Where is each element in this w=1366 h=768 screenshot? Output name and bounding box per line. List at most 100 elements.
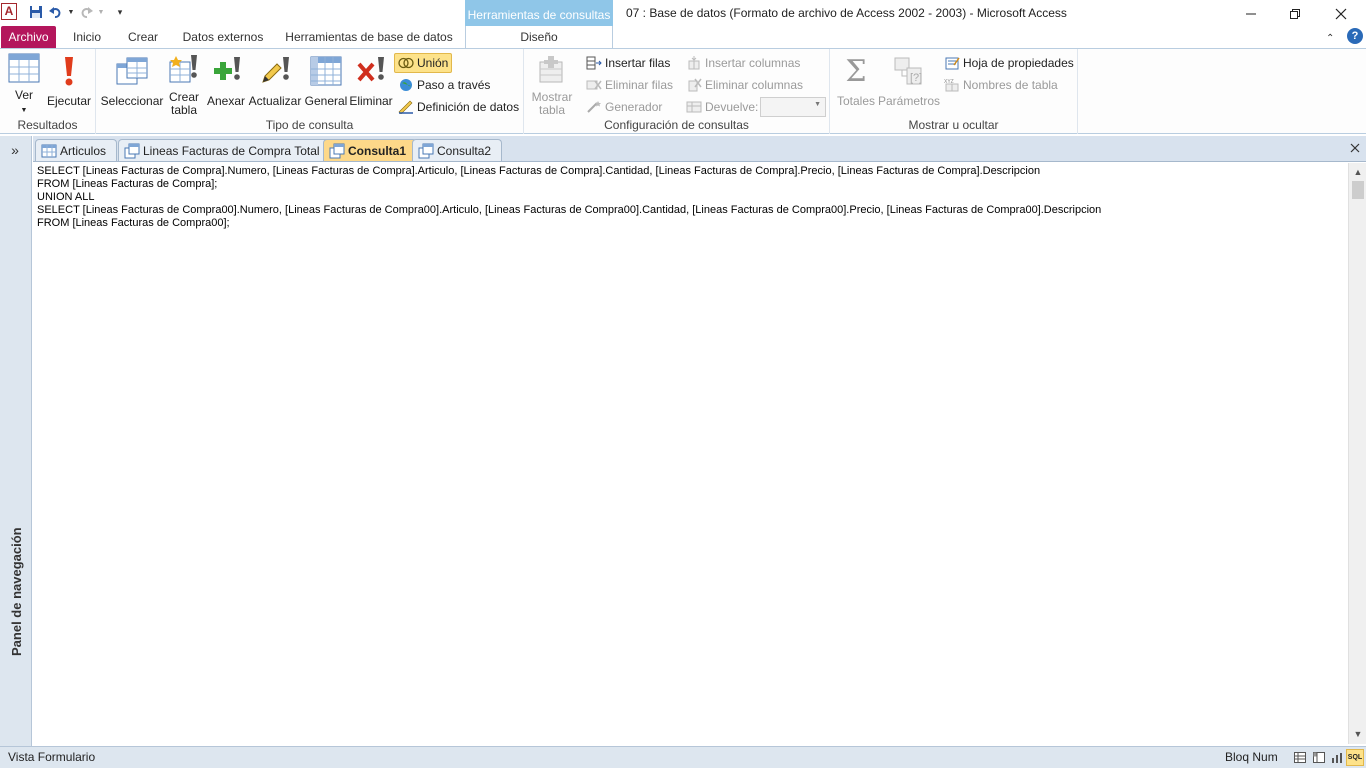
- run-exclamation-icon: [52, 53, 86, 89]
- crosstab-grid-icon: [309, 53, 343, 89]
- sql-view-button[interactable]: SQL: [1346, 749, 1364, 766]
- chevron-down-icon: ▼: [814, 101, 821, 108]
- ejecutar-button[interactable]: Ejecutar: [46, 53, 92, 117]
- pivot-table-view-button[interactable]: [1310, 749, 1328, 766]
- sql-text: SELECT [Lineas Facturas de Compra].Numer…: [34, 165, 1101, 230]
- tab-herramientas-base-datos[interactable]: Herramientas de base de datos: [283, 26, 455, 48]
- generador-button[interactable]: Generador: [586, 97, 662, 117]
- ver-button[interactable]: Ver ▼: [4, 53, 44, 117]
- nombres-tabla-button[interactable]: XYZ Nombres de tabla: [944, 75, 1058, 95]
- chevron-down-icon: ▼: [67, 8, 75, 16]
- definicion-datos-button[interactable]: Definición de datos: [398, 97, 519, 117]
- devuelve-combo[interactable]: ▼: [760, 97, 826, 117]
- restore-icon: [1290, 9, 1300, 19]
- tab-archivo[interactable]: Archivo: [1, 26, 56, 48]
- pivot-chart-view-button[interactable]: [1328, 749, 1346, 766]
- sql-line: SELECT [Lineas Facturas de Compra00].Num…: [37, 204, 1102, 216]
- close-document-button[interactable]: [1350, 140, 1360, 156]
- status-num-lock: Bloq Num: [1225, 750, 1278, 764]
- eliminar-button[interactable]: Eliminar: [349, 53, 393, 117]
- undo-dropdown[interactable]: ▼: [66, 2, 76, 22]
- minimize-ribbon-button[interactable]: ⌃: [1326, 30, 1334, 44]
- status-bar: Vista Formulario Bloq Num SQL: [0, 746, 1366, 768]
- redo-dropdown[interactable]: ▼: [96, 2, 106, 22]
- close-icon: [1335, 8, 1347, 20]
- anexar-button[interactable]: Anexar: [206, 53, 246, 117]
- scroll-up-arrow-icon[interactable]: ▲: [1353, 167, 1363, 177]
- tab-inicio[interactable]: Inicio: [68, 26, 106, 48]
- minimize-button[interactable]: [1228, 0, 1274, 28]
- customize-qat-button[interactable]: ▾: [110, 2, 130, 22]
- datasheet-view-button[interactable]: [1291, 749, 1309, 766]
- sql-line: FROM [Lineas Facturas de Compra00];: [37, 217, 230, 229]
- tab-datos-externos[interactable]: Datos externos: [178, 26, 268, 48]
- close-button[interactable]: [1318, 0, 1364, 28]
- hoja-propiedades-button[interactable]: Hoja de propiedades: [944, 53, 1074, 73]
- redo-button[interactable]: [76, 2, 96, 22]
- ribbon-tab-row: Archivo Inicio Crear Datos externos Herr…: [0, 26, 1366, 48]
- delete-rows-icon: [586, 77, 602, 93]
- sql-line: FROM [Lineas Facturas de Compra];: [37, 178, 218, 190]
- paso-a-traves-label: Paso a través: [417, 78, 491, 92]
- totales-label: Totales: [836, 94, 876, 108]
- help-button[interactable]: ?: [1347, 28, 1363, 44]
- make-table-icon: [167, 53, 201, 85]
- sql-editor[interactable]: SELECT [Lineas Facturas de Compra].Numer…: [34, 163, 1348, 744]
- doc-tab-consulta1[interactable]: Consulta1: [323, 139, 418, 161]
- eliminar-columnas-button[interactable]: Eliminar columnas: [686, 75, 803, 95]
- union-rings-icon: [398, 55, 414, 71]
- insertar-filas-button[interactable]: Insertar filas: [586, 53, 670, 73]
- actualizar-label: Actualizar: [248, 94, 302, 108]
- svg-text:[?]: [?]: [910, 72, 922, 84]
- crear-tabla-button[interactable]: Crear tabla: [166, 53, 202, 117]
- tab-diseno[interactable]: Diseño: [465, 26, 613, 48]
- generador-label: Generador: [605, 100, 663, 114]
- totales-button[interactable]: Σ Totales: [834, 53, 878, 117]
- scroll-down-arrow-icon[interactable]: ▼: [1353, 729, 1363, 739]
- restore-button[interactable]: [1272, 0, 1318, 28]
- doc-tab-consulta2[interactable]: Consulta2: [412, 139, 503, 161]
- datasheet-view-icon: [7, 53, 41, 83]
- insertar-columnas-button[interactable]: Insertar columnas: [686, 53, 800, 73]
- definicion-datos-label: Definición de datos: [417, 100, 520, 114]
- parametros-button[interactable]: [?] Parámetros: [878, 53, 940, 117]
- scrollbar-thumb[interactable]: [1352, 181, 1364, 199]
- undo-button[interactable]: [46, 2, 66, 22]
- nombres-tabla-label: Nombres de tabla: [963, 78, 1058, 92]
- group-label-tipo-consulta: Tipo de consulta: [265, 118, 354, 132]
- update-pencil-icon: [258, 53, 292, 89]
- access-logo-icon[interactable]: A: [1, 3, 17, 20]
- doc-tab-label: Articulos: [60, 144, 107, 158]
- chevron-down-icon: ▼: [97, 8, 105, 16]
- ejecutar-label: Ejecutar: [46, 94, 92, 108]
- doc-tab-articulos[interactable]: Articulos: [35, 139, 118, 161]
- tab-crear[interactable]: Crear: [123, 26, 163, 48]
- union-button[interactable]: Unión: [394, 53, 453, 73]
- doc-tab-lineas-facturas-compra-total[interactable]: Lineas Facturas de Compra Total: [118, 139, 331, 161]
- append-query-icon: [209, 53, 243, 89]
- save-icon: [30, 6, 42, 18]
- eliminar-filas-label: Eliminar filas: [605, 78, 674, 92]
- devuelve-label: Devuelve:: [705, 100, 759, 114]
- show-table-icon: [535, 53, 569, 85]
- chevron-up-icon: ⌃: [1326, 33, 1335, 44]
- save-button[interactable]: [26, 2, 46, 22]
- seleccionar-button[interactable]: Seleccionar: [101, 53, 163, 117]
- data-definition-icon: [398, 99, 414, 115]
- builder-wand-icon: [586, 99, 602, 115]
- paso-a-traves-button[interactable]: Paso a través: [398, 75, 490, 95]
- vertical-scrollbar[interactable]: ▲ ▼: [1348, 163, 1366, 744]
- parameters-icon: [?]: [892, 53, 926, 89]
- table-names-icon: XYZ: [944, 77, 960, 93]
- actualizar-button[interactable]: Actualizar: [248, 53, 302, 117]
- sql-line: SELECT [Lineas Facturas de Compra].Numer…: [37, 165, 1041, 177]
- general-button[interactable]: General: [303, 53, 349, 117]
- mostrar-tabla-button[interactable]: Mostrar tabla: [528, 53, 576, 117]
- chevron-down-icon: ▼: [20, 107, 28, 114]
- ribbon: Ver ▼ Ejecutar Resultados Seleccionar Cr…: [0, 48, 1366, 134]
- group-label-resultados: Resultados: [17, 118, 78, 132]
- query-icon: [124, 143, 140, 159]
- navigation-pane[interactable]: » Panel de navegación: [0, 136, 32, 746]
- nav-pane-expand-button[interactable]: »: [4, 142, 26, 160]
- eliminar-filas-button[interactable]: Eliminar filas: [586, 75, 673, 95]
